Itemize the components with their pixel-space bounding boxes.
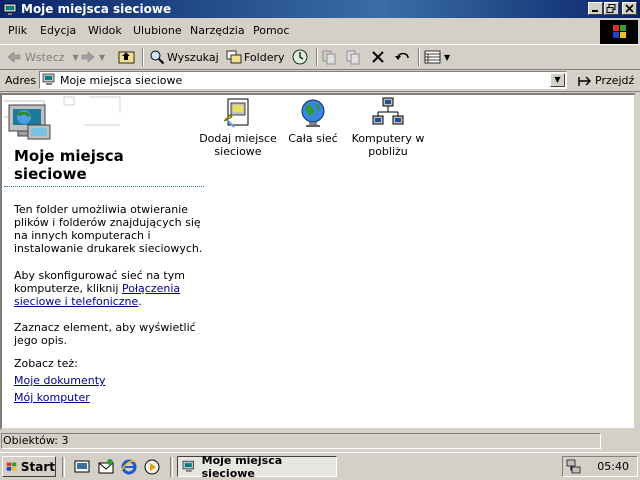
search-button[interactable]: Wyszukaj <box>149 48 219 66</box>
undo-icon <box>395 52 409 60</box>
content-area[interactable]: Moje miejsca sieciowe Ten folder umożliw… <box>0 93 636 430</box>
go-arrow-icon <box>578 76 591 86</box>
menu-bar: Plik Edycja Widok Ulubione Narzędzia Pom… <box>0 20 596 42</box>
globe-icon <box>301 99 325 127</box>
back-label: Wstecz <box>25 50 65 64</box>
up-button[interactable] <box>118 48 136 66</box>
forward-dropdown-icon[interactable]: ▼ <box>99 53 105 62</box>
entire-network-label: Cała sieć <box>288 132 338 145</box>
address-field[interactable]: Moje miejsca sieciowe ▼ <box>39 71 567 89</box>
computers-near-me-item[interactable]: Komputery w pobliżu <box>343 97 433 158</box>
internet-explorer-icon[interactable] <box>120 458 138 476</box>
menu-favorites[interactable]: Ulubione <box>133 24 182 37</box>
minimize-icon <box>592 10 598 12</box>
forward-arrow-icon <box>81 51 95 63</box>
standard-toolbar: Wstecz ▼ ▼ Wyszukaj Foldery ▼ <box>0 44 640 70</box>
toolbar-separator <box>316 48 318 66</box>
window-title: Moje miejsca sieciowe <box>21 2 172 16</box>
views-button[interactable]: ▼ <box>424 48 450 66</box>
my-computer-link[interactable]: Mój komputer <box>14 391 204 404</box>
toolbar-separator <box>142 48 144 66</box>
media-player-icon[interactable] <box>143 458 161 476</box>
show-desktop-icon[interactable] <box>73 458 91 476</box>
network-status-icon[interactable] <box>566 459 582 475</box>
start-button[interactable]: Start <box>2 456 56 477</box>
my-documents-link[interactable]: Moje dokumenty <box>14 374 204 387</box>
history-icon <box>292 49 308 65</box>
info-pane: Moje miejsca sieciowe Ten folder umożliw… <box>2 95 207 428</box>
restore-icon <box>606 4 616 13</box>
network-places-small-icon <box>182 460 195 472</box>
delete-icon <box>372 51 384 63</box>
clock[interactable]: 05:40 <box>597 460 629 473</box>
windows-flag-icon <box>6 462 17 471</box>
taskbar: Start Moje miejsca sieciowe 05:40 <box>0 452 640 480</box>
close-icon <box>625 4 634 13</box>
back-button[interactable]: Wstecz ▼ <box>6 48 79 66</box>
computers-near-me-label: Komputery w pobliżu <box>351 132 425 158</box>
restore-button[interactable] <box>604 2 619 15</box>
menu-tools[interactable]: Narzędzia <box>190 24 245 37</box>
back-dropdown-icon[interactable]: ▼ <box>73 53 79 62</box>
config-end: . <box>138 295 142 308</box>
menu-help[interactable]: Pomoc <box>253 24 289 37</box>
toolbar-separator <box>418 48 420 66</box>
select-hint: Zaznacz element, aby wyświetlić jego opi… <box>14 321 196 347</box>
add-network-place-icon <box>223 98 249 128</box>
start-label: Start <box>20 459 55 474</box>
minimize-button[interactable] <box>588 2 603 15</box>
address-label: Adres <box>5 74 37 87</box>
network-places-small-icon <box>42 73 55 85</box>
go-button[interactable]: Przejdź <box>577 72 634 89</box>
object-count: Obiektów: 3 <box>1 433 601 449</box>
network-config-text: Aby skonfigurować sieć na tym komputerze… <box>14 269 204 308</box>
folders-icon <box>226 50 242 64</box>
menu-edit[interactable]: Edycja <box>40 24 76 37</box>
move-to-button[interactable] <box>321 48 337 66</box>
taskbar-separator <box>62 457 65 477</box>
folder-title: Moje miejsca sieciowe <box>14 147 124 183</box>
folders-label: Foldery <box>244 50 285 64</box>
outlook-express-icon[interactable] <box>97 458 115 476</box>
windows-flag-icon <box>613 25 626 38</box>
system-tray: 05:40 <box>562 456 638 477</box>
network-computers-icon <box>372 97 404 125</box>
menu-file[interactable]: Plik <box>8 24 27 37</box>
folders-button[interactable]: Foldery <box>226 48 285 66</box>
delete-button[interactable] <box>370 48 386 66</box>
add-network-place-label: Dodaj miejsce sieciowe <box>199 132 277 158</box>
windows-logo <box>600 20 638 44</box>
go-label: Przejdź <box>595 74 635 87</box>
views-icon <box>424 50 441 64</box>
taskbar-window-label: Moje miejsca sieciowe <box>201 453 283 480</box>
copy-to-icon <box>346 50 360 65</box>
address-value: Moje miejsca sieciowe <box>60 74 183 87</box>
history-button[interactable] <box>291 48 309 66</box>
up-folder-icon <box>118 51 135 64</box>
taskbar-separator <box>170 457 173 477</box>
copy-to-button[interactable] <box>345 48 361 66</box>
title-bar[interactable]: Moje miejsca sieciowe <box>0 0 640 18</box>
network-places-icon <box>3 3 17 15</box>
menu-view[interactable]: Widok <box>88 24 122 37</box>
taskbar-window-button[interactable]: Moje miejsca sieciowe <box>177 453 337 480</box>
search-icon <box>150 50 165 65</box>
address-bar: Adres Moje miejsca sieciowe ▼ Przejdź <box>0 70 640 92</box>
close-button[interactable] <box>622 2 637 15</box>
status-bar: Obiektów: 3 <box>0 432 640 450</box>
move-to-icon <box>322 50 336 65</box>
back-arrow-icon <box>7 51 21 63</box>
search-label: Wyszukaj <box>167 50 219 64</box>
address-dropdown-button[interactable]: ▼ <box>550 73 565 87</box>
see-also-label: Zobacz też: <box>14 357 78 370</box>
folder-description: Ten folder umożliwia otwieranie plików i… <box>14 203 203 255</box>
network-places-large-icon <box>4 96 121 140</box>
title-divider <box>4 186 204 187</box>
views-dropdown-icon[interactable]: ▼ <box>444 53 450 62</box>
forward-button[interactable]: ▼ <box>80 48 105 66</box>
undo-button[interactable] <box>394 48 412 66</box>
